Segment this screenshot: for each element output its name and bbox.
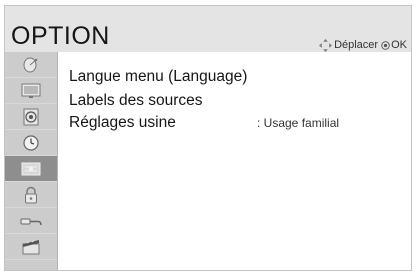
move-hint-label: Déplacer — [334, 39, 379, 51]
sidebar-item-lock[interactable] — [5, 182, 57, 208]
ok-hint-label: OK — [391, 39, 407, 51]
ok-button-icon — [381, 40, 390, 50]
sidebar-item-input[interactable] — [5, 208, 57, 234]
menu-item-factory-reset[interactable]: Réglages usine — [69, 113, 176, 133]
picture-icon — [21, 83, 41, 98]
menu-header: OPTION Déplacer OK — [5, 6, 411, 52]
media-icon — [22, 239, 40, 254]
sidebar-item-time[interactable] — [5, 130, 57, 156]
menu-item-input-labels[interactable]: Labels des sources — [69, 91, 203, 111]
navigation-hint: Déplacer OK — [319, 38, 407, 52]
audio-icon — [23, 108, 39, 125]
sidebar-item-picture[interactable] — [5, 78, 57, 104]
option-icon — [21, 162, 41, 175]
sidebar-item-audio[interactable] — [5, 104, 57, 130]
sidebar-item-setup[interactable] — [5, 52, 57, 78]
lock-icon — [25, 186, 37, 203]
factory-reset-value: : Usage familial — [257, 116, 340, 130]
dpad-icon — [319, 38, 333, 52]
input-icon — [20, 218, 42, 225]
category-sidebar — [5, 52, 58, 270]
menu-item-language[interactable]: Langue menu (Language) — [69, 67, 247, 87]
option-menu: OPTION Déplacer OK Langue menu (Language… — [4, 5, 412, 271]
clock-icon — [23, 134, 39, 151]
sidebar-item-media[interactable] — [5, 234, 57, 260]
sidebar-item-option[interactable] — [5, 156, 57, 182]
satellite-dish-icon — [23, 57, 38, 72]
page-title: OPTION — [11, 22, 110, 50]
option-list: Langue menu (Language) Labels des source… — [57, 52, 411, 270]
